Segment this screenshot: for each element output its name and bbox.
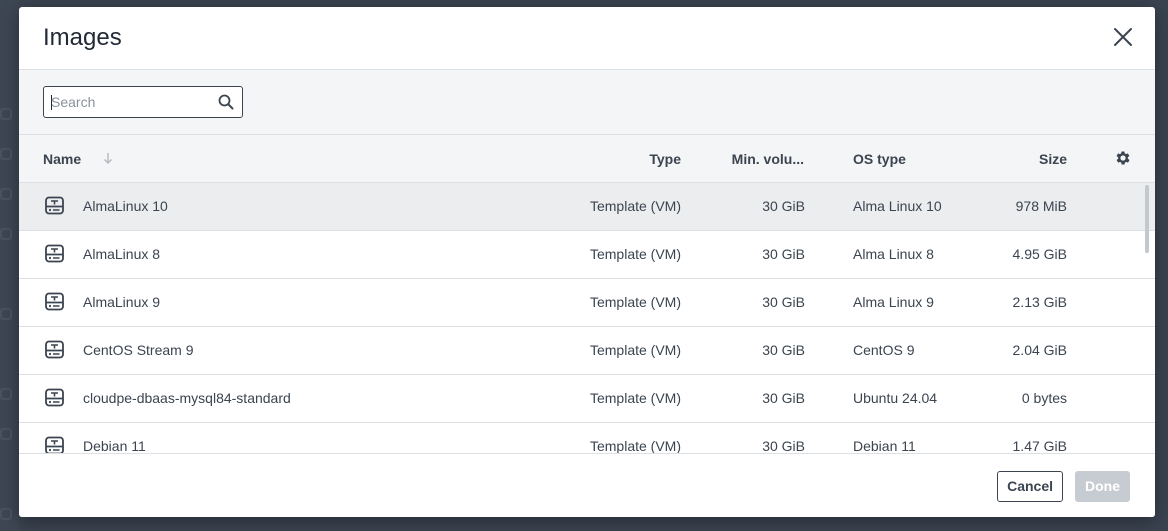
- image-name: AlmaLinux 9: [83, 294, 161, 310]
- image-size: 2.13 GiB: [1012, 294, 1067, 310]
- image-min-volume: 30 GiB: [762, 198, 805, 214]
- background-icon: [0, 388, 12, 400]
- image-type: Template (VM): [589, 294, 681, 310]
- image-type: Template (VM): [589, 438, 681, 453]
- image-size: 978 MiB: [1015, 198, 1067, 214]
- image-os-type: Debian 11: [853, 438, 916, 453]
- background-icon: [0, 188, 12, 200]
- toolbar: [19, 70, 1155, 135]
- image-size: 4.95 GiB: [1012, 246, 1067, 262]
- column-header-os-type[interactable]: OS type: [853, 151, 906, 167]
- image-type: Template (VM): [589, 198, 681, 214]
- image-min-volume: 30 GiB: [762, 438, 805, 453]
- image-min-volume: 30 GiB: [762, 342, 805, 358]
- image-name: AlmaLinux 8: [83, 246, 161, 262]
- background-icon: [0, 228, 12, 240]
- template-disk-icon: [44, 292, 66, 312]
- table-row[interactable]: AlmaLinux 9 Template (VM) 30 GiB Alma Li…: [19, 279, 1155, 327]
- image-type: Template (VM): [589, 246, 681, 262]
- image-min-volume: 30 GiB: [762, 246, 805, 262]
- table-row[interactable]: AlmaLinux 10 Template (VM) 30 GiB Alma L…: [19, 183, 1155, 231]
- image-os-type: Ubuntu 24.04: [853, 390, 938, 406]
- search-input[interactable]: [51, 87, 211, 117]
- image-size: 0 bytes: [1021, 390, 1067, 406]
- background-icon: [0, 308, 12, 320]
- background-icon: [0, 108, 12, 120]
- table-body: AlmaLinux 10 Template (VM) 30 GiB Alma L…: [19, 183, 1155, 453]
- images-dialog: Images Name Type Min. volu...: [19, 7, 1155, 517]
- cancel-button[interactable]: Cancel: [997, 471, 1063, 502]
- table-header: Name Type Min. volu... OS type Size: [19, 135, 1155, 183]
- gear-icon[interactable]: [1114, 149, 1132, 167]
- text-caret: [51, 95, 52, 110]
- dialog-title: Images: [43, 24, 122, 51]
- template-disk-icon: [44, 196, 66, 216]
- background-icon: [0, 148, 12, 160]
- background-icon: [0, 428, 12, 440]
- done-button[interactable]: Done: [1075, 471, 1130, 502]
- image-name: AlmaLinux 10: [83, 198, 168, 214]
- template-disk-icon: [44, 388, 66, 408]
- search-icon[interactable]: [218, 94, 234, 110]
- sort-down-arrow-icon[interactable]: [103, 152, 113, 165]
- column-header-name[interactable]: Name: [43, 151, 81, 167]
- image-type: Template (VM): [589, 390, 681, 406]
- search-box[interactable]: [43, 86, 243, 118]
- column-header-min-volume[interactable]: Min. volu...: [732, 151, 804, 167]
- close-icon[interactable]: [1111, 25, 1135, 49]
- template-disk-icon: [44, 436, 66, 453]
- template-disk-icon: [44, 244, 66, 264]
- image-name: cloudpe-dbaas-mysql84-standard: [83, 390, 291, 406]
- dialog-header: Images: [19, 7, 1155, 70]
- image-os-type: Alma Linux 9: [853, 294, 934, 310]
- image-os-type: Alma Linux 8: [853, 246, 934, 262]
- dialog-footer: Cancel Done: [19, 453, 1155, 517]
- image-min-volume: 30 GiB: [762, 390, 805, 406]
- table-row[interactable]: AlmaLinux 8 Template (VM) 30 GiB Alma Li…: [19, 231, 1155, 279]
- image-type: Template (VM): [589, 342, 681, 358]
- table-row[interactable]: Debian 11 Template (VM) 30 GiB Debian 11…: [19, 423, 1155, 453]
- background-app-sidebar: [0, 0, 19, 531]
- image-size: 2.04 GiB: [1012, 342, 1067, 358]
- table-row[interactable]: cloudpe-dbaas-mysql84-standard Template …: [19, 375, 1155, 423]
- image-min-volume: 30 GiB: [762, 294, 805, 310]
- template-disk-icon: [44, 340, 66, 360]
- image-name: Debian 11: [83, 438, 146, 453]
- image-name: CentOS Stream 9: [83, 342, 194, 358]
- image-os-type: Alma Linux 10: [853, 198, 942, 214]
- image-size: 1.47 GiB: [1012, 438, 1067, 453]
- column-header-size[interactable]: Size: [1039, 151, 1067, 167]
- image-os-type: CentOS 9: [853, 342, 915, 358]
- table-row[interactable]: CentOS Stream 9 Template (VM) 30 GiB Cen…: [19, 327, 1155, 375]
- column-header-type[interactable]: Type: [649, 151, 681, 167]
- table-scrollbar[interactable]: [1145, 185, 1149, 253]
- background-icon: [0, 508, 12, 520]
